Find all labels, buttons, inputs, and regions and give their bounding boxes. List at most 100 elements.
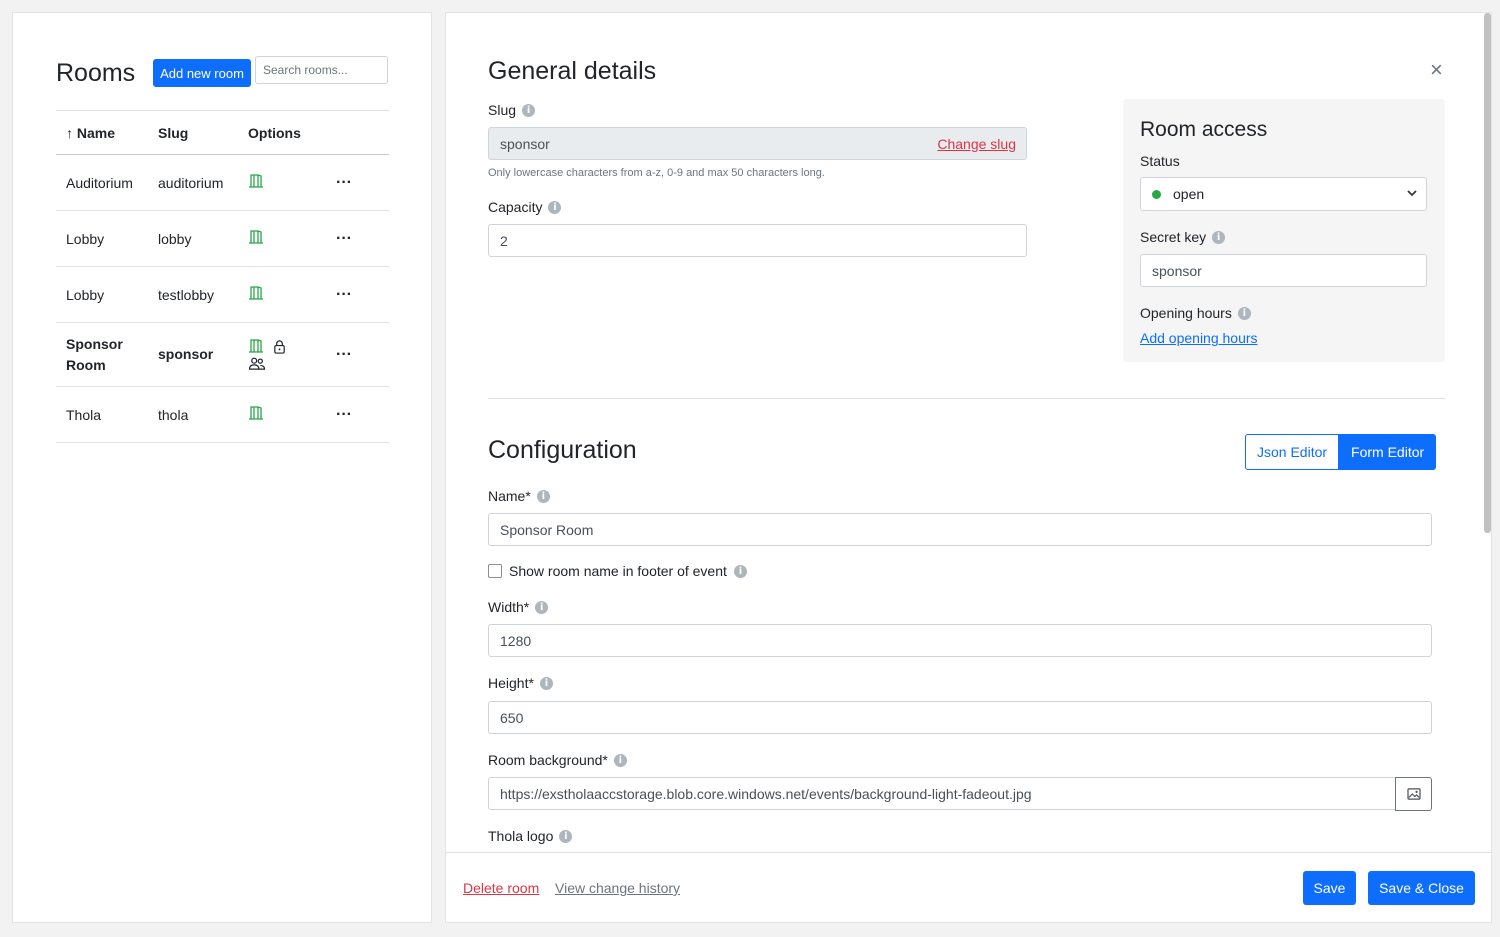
view-change-history-link[interactable]: View change history bbox=[555, 880, 680, 896]
add-new-room-button[interactable]: Add new room bbox=[153, 59, 251, 87]
more-icon[interactable]: ··· bbox=[336, 286, 352, 303]
add-opening-hours-link[interactable]: Add opening hours bbox=[1140, 330, 1258, 346]
width-input[interactable]: 1280 bbox=[488, 624, 1432, 657]
room-slug: auditorium bbox=[148, 154, 238, 211]
image-picker-button[interactable] bbox=[1395, 777, 1432, 811]
column-header-slug[interactable]: Slug bbox=[148, 110, 238, 155]
table-row[interactable]: Auditorium auditorium ··· bbox=[56, 154, 389, 211]
secret-key-input[interactable]: sponsor bbox=[1140, 254, 1427, 287]
column-name-label: Name bbox=[76, 124, 116, 141]
close-icon[interactable]: × bbox=[1430, 57, 1443, 83]
room-access-box: Room access Status open Secret key i spo… bbox=[1123, 99, 1445, 362]
info-icon[interactable]: i bbox=[559, 829, 573, 843]
slug-value: sponsor bbox=[500, 135, 550, 152]
info-icon[interactable]: i bbox=[733, 564, 747, 578]
column-header-menu bbox=[326, 110, 389, 155]
change-slug-link[interactable]: Change slug bbox=[937, 136, 1016, 152]
room-editor-panel: × General details Slug i sponsor Change … bbox=[445, 12, 1492, 923]
door-open-icon bbox=[249, 406, 263, 420]
more-icon[interactable]: ··· bbox=[336, 230, 352, 247]
opening-hours-label-text: Opening hours bbox=[1140, 305, 1232, 321]
height-label: Height* i bbox=[488, 675, 553, 691]
room-slug: testlobby bbox=[148, 266, 238, 323]
editor-toggle: Json Editor Form Editor bbox=[1245, 434, 1437, 470]
status-select[interactable]: open bbox=[1140, 177, 1427, 211]
editor-footer: Delete room View change history Save Sav… bbox=[446, 852, 1491, 922]
name-label: Name* i bbox=[488, 488, 550, 504]
json-editor-button[interactable]: Json Editor bbox=[1245, 434, 1340, 470]
door-open-icon bbox=[249, 286, 263, 300]
form-editor-button[interactable]: Form Editor bbox=[1339, 434, 1437, 470]
room-options bbox=[238, 210, 326, 267]
status-dot-icon bbox=[1152, 189, 1161, 199]
rooms-panel: Rooms Add new room ↑ Name Slug Options A… bbox=[12, 12, 432, 923]
rooms-header: Rooms Add new room bbox=[56, 55, 389, 100]
rooms-table: ↑ Name Slug Options Auditorium auditoriu… bbox=[56, 110, 389, 443]
info-icon[interactable]: i bbox=[535, 600, 549, 614]
info-icon[interactable]: i bbox=[539, 676, 553, 690]
capacity-label-text: Capacity bbox=[488, 199, 543, 215]
info-icon[interactable]: i bbox=[1212, 230, 1226, 244]
slug-label: Slug i bbox=[488, 102, 536, 118]
slug-field: sponsor Change slug bbox=[488, 127, 1027, 160]
info-icon[interactable]: i bbox=[522, 103, 536, 117]
show-name-label: Show room name in footer of event bbox=[509, 563, 727, 579]
thola-logo-label-text: Thola logo bbox=[488, 828, 554, 844]
room-name: Sponsor Room bbox=[56, 322, 148, 387]
more-icon[interactable]: ··· bbox=[336, 346, 352, 363]
save-button[interactable]: Save bbox=[1303, 871, 1356, 905]
scrollbar[interactable] bbox=[1484, 13, 1491, 533]
more-icon[interactable]: ··· bbox=[336, 174, 352, 191]
name-input[interactable]: Sponsor Room bbox=[488, 513, 1432, 546]
row-menu-button[interactable]: ··· bbox=[326, 266, 389, 323]
delete-room-link[interactable]: Delete room bbox=[463, 880, 539, 896]
row-menu-button[interactable]: ··· bbox=[326, 322, 389, 387]
section-divider bbox=[488, 398, 1445, 399]
width-label: Width* i bbox=[488, 599, 549, 615]
height-label-text: Height* bbox=[488, 675, 534, 691]
general-details-title: General details bbox=[488, 57, 657, 85]
show-name-row: Show room name in footer of event i bbox=[488, 563, 747, 579]
table-row[interactable]: Thola thola ··· bbox=[56, 386, 389, 443]
info-icon[interactable]: i bbox=[1237, 306, 1251, 320]
status-label: Status bbox=[1140, 153, 1180, 169]
row-menu-button[interactable]: ··· bbox=[326, 210, 389, 267]
chevron-down-icon bbox=[1407, 190, 1417, 197]
slug-label-text: Slug bbox=[488, 102, 517, 118]
width-label-text: Width* bbox=[488, 599, 530, 615]
info-icon[interactable]: i bbox=[536, 489, 550, 503]
rooms-title: Rooms bbox=[56, 59, 136, 87]
name-label-text: Name* bbox=[488, 488, 531, 504]
room-options bbox=[238, 322, 326, 387]
configuration-title: Configuration bbox=[488, 436, 637, 464]
more-icon[interactable]: ··· bbox=[336, 406, 352, 423]
status-value: open bbox=[1173, 186, 1205, 202]
opening-hours-label: Opening hours i bbox=[1140, 305, 1251, 321]
table-row[interactable]: Lobby lobby ··· bbox=[56, 210, 389, 267]
capacity-label: Capacity i bbox=[488, 199, 562, 215]
capacity-input[interactable]: 2 bbox=[488, 224, 1027, 257]
room-name: Auditorium bbox=[56, 154, 148, 211]
room-background-input[interactable]: https://exstholaaccstorage.blob.core.win… bbox=[488, 777, 1396, 810]
room-slug: thola bbox=[148, 386, 238, 443]
show-name-checkbox[interactable] bbox=[488, 564, 502, 578]
search-rooms-input[interactable] bbox=[255, 56, 388, 84]
save-and-close-button[interactable]: Save & Close bbox=[1368, 871, 1475, 905]
room-background-label: Room background* i bbox=[488, 752, 627, 768]
table-row-selected[interactable]: Sponsor Room sponsor ··· bbox=[56, 322, 389, 387]
thola-logo-label: Thola logo i bbox=[488, 828, 573, 844]
row-menu-button[interactable]: ··· bbox=[326, 386, 389, 443]
info-icon[interactable]: i bbox=[548, 200, 562, 214]
room-options bbox=[238, 154, 326, 211]
height-input[interactable]: 650 bbox=[488, 701, 1432, 734]
lock-icon bbox=[274, 339, 285, 354]
table-row[interactable]: Lobby testlobby ··· bbox=[56, 266, 389, 323]
column-header-name[interactable]: ↑ Name bbox=[56, 110, 148, 155]
row-menu-button[interactable]: ··· bbox=[326, 154, 389, 211]
room-background-label-text: Room background* bbox=[488, 752, 608, 768]
door-open-icon bbox=[249, 174, 263, 188]
info-icon[interactable]: i bbox=[613, 753, 627, 767]
room-name: Thola bbox=[56, 386, 148, 443]
secret-key-label: Secret key i bbox=[1140, 229, 1226, 245]
people-icon bbox=[248, 357, 266, 370]
